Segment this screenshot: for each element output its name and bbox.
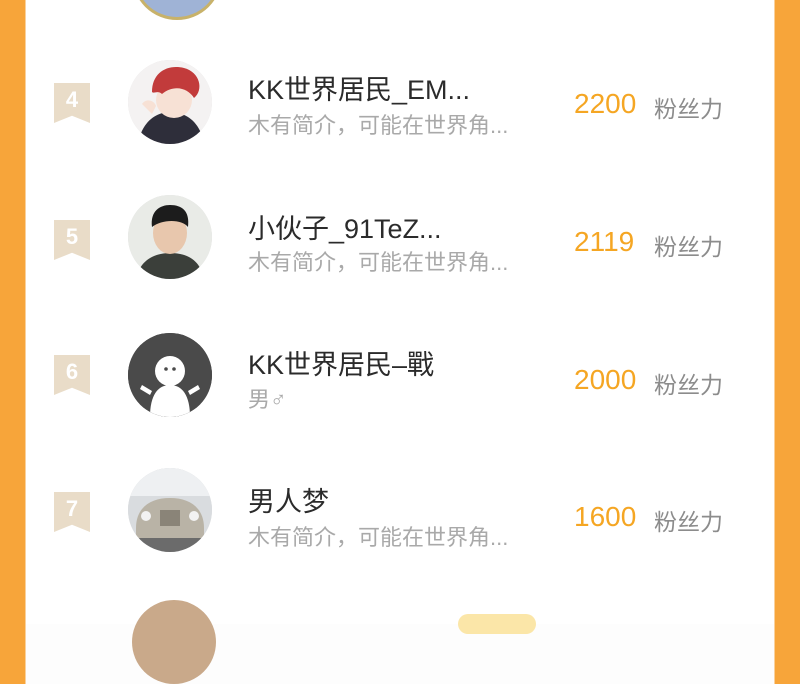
young-man-avatar-icon[interactable] [128, 195, 212, 279]
user-description: 木有简介，可能在世界角... [248, 525, 509, 550]
rank-badge: 4 [54, 83, 90, 123]
ranking-row[interactable]: 6 KK世界居民–戰 男♂ 2000 粉丝力 [26, 325, 774, 425]
fan-power-count: 2000 [574, 364, 637, 395]
fan-power-label: 粉丝力 [654, 96, 723, 122]
next-row-badge-partial [458, 614, 536, 634]
user-description: 男♂ [248, 387, 287, 412]
fan-power-label: 粉丝力 [654, 234, 723, 260]
rank-badge: 6 [54, 355, 90, 395]
user-description: 木有简介，可能在世界角... [248, 250, 509, 275]
user-name[interactable]: 小伙子_91TeZ... [248, 207, 442, 246]
luxury-car-avatar-icon[interactable] [128, 468, 212, 552]
rank-badge: 5 [54, 220, 90, 260]
default-user-avatar-icon[interactable] [128, 333, 212, 417]
user-name[interactable]: 男人梦 [248, 480, 329, 519]
next-row-avatar-partial [132, 600, 216, 684]
ranking-row[interactable]: 7 男人梦 木有简介，可能在世界角... 1600 粉丝力 [26, 462, 774, 562]
fan-power-count: 1600 [574, 501, 637, 532]
ranking-row[interactable]: 4 KK世界居民_EM... 木有简介，可能在世界角... 2200 粉丝力 [26, 50, 774, 150]
ranking-row[interactable]: 5 小伙子_91TeZ... 木有简介，可能在世界角... 2119 粉丝力 [26, 187, 774, 287]
ranking-list: 4 KK世界居民_EM... 木有简介，可能在世界角... 2200 粉丝力 5 [26, 0, 774, 684]
previous-avatar-partial [132, 0, 222, 20]
fan-power-label: 粉丝力 [654, 372, 723, 398]
user-description: 木有简介，可能在世界角... [248, 113, 509, 138]
red-haired-anime-avatar-icon[interactable] [128, 60, 212, 144]
fan-power-count: 2200 [574, 88, 637, 119]
rank-badge: 7 [54, 492, 90, 532]
user-name[interactable]: KK世界居民–戰 [248, 343, 434, 382]
fan-power-count: 2119 [574, 226, 635, 257]
fan-power-label: 粉丝力 [654, 509, 723, 535]
user-name[interactable]: KK世界居民_EM... [248, 68, 470, 107]
